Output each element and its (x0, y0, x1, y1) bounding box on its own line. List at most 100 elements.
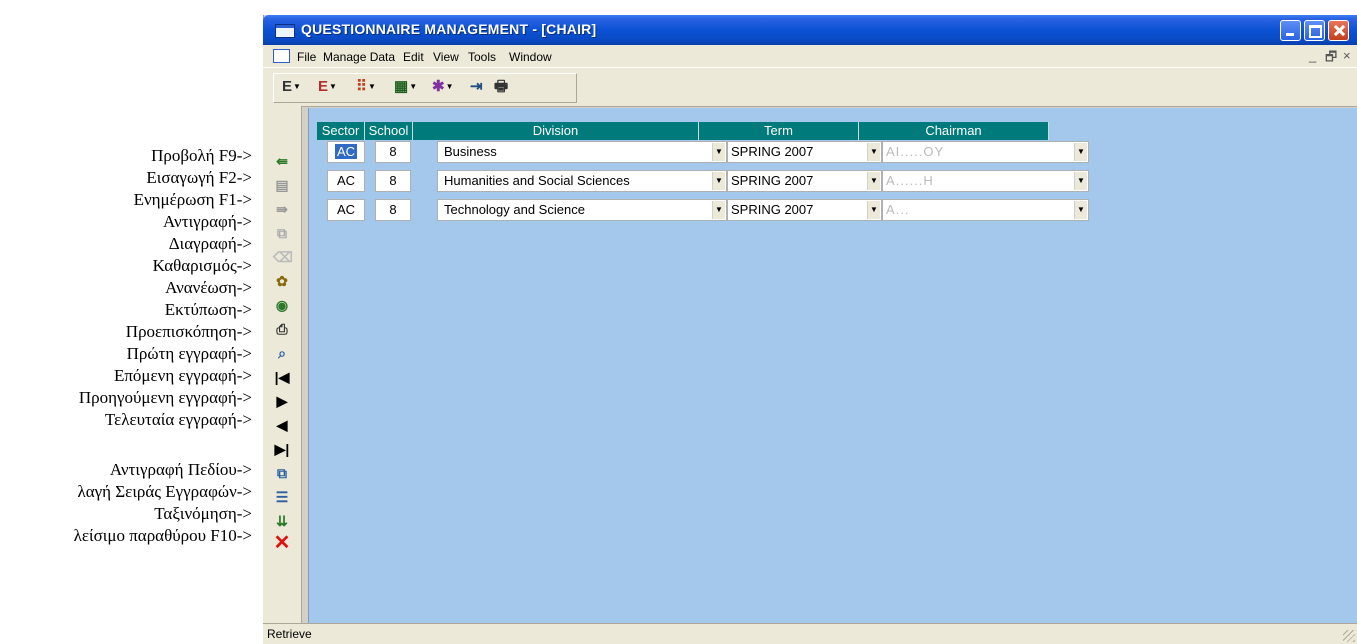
app-window: QUESTIONNAIRE MANAGEMENT - [CHAIR] File … (263, 15, 1357, 644)
delete-icon[interactable]: ⌫ (273, 248, 293, 266)
resize-grip[interactable] (1343, 630, 1355, 642)
maximize-button[interactable] (1304, 20, 1325, 41)
annotation-label: Αντιγραφή Πεδίου-> (109, 460, 252, 479)
insert-icon[interactable]: ▤ (273, 176, 291, 194)
menu-file[interactable]: File (297, 50, 316, 64)
header-term[interactable]: Term (699, 122, 859, 140)
print-tool-button[interactable]: 🖶 (494, 77, 508, 97)
table-tool-button[interactable]: ▦▼ (394, 77, 417, 97)
group-tool-button[interactable]: ⠿▼ (356, 77, 376, 97)
print-icon[interactable]: ⎙ (273, 320, 291, 338)
clear-icon[interactable]: ✿ (273, 272, 291, 290)
annotation-label: λείσιμο παραθύρου F10-> (73, 526, 252, 545)
app-icon (275, 24, 295, 38)
chevron-down-icon[interactable]: ▼ (1074, 201, 1087, 219)
wizard-tool-button[interactable]: ✱▼ (432, 77, 454, 97)
annotation-label: Πρώτη εγγραφή-> (126, 344, 252, 363)
chairman-dropdown[interactable]: A......H ▼ (882, 170, 1089, 192)
printer-icon: 🖶 (494, 78, 509, 95)
term-dropdown[interactable]: SPRING 2007 ▼ (727, 199, 882, 221)
school-field[interactable]: 8 (375, 141, 411, 163)
copy-field-icon[interactable]: ⧉ (273, 464, 291, 482)
menu-bar: File Manage Data Edit View Tools Window … (263, 45, 1357, 67)
chevron-down-icon[interactable]: ▼ (712, 172, 725, 190)
mdi-close-icon[interactable]: × (1343, 48, 1351, 63)
close-button[interactable] (1328, 20, 1349, 41)
annotation-label: Αντιγραφή-> (163, 212, 252, 231)
toolbar: E▼ E▼ ⠿▼ ▦▼ ✱▼ ⇥ 🖶 (263, 67, 1357, 107)
chevron-down-icon[interactable]: ▼ (867, 172, 880, 190)
chairman-dropdown[interactable]: A... ▼ (882, 199, 1089, 221)
annotation-label: Προβολή F9-> (151, 146, 252, 165)
chevron-down-icon[interactable]: ▼ (712, 143, 725, 161)
document-icon[interactable] (273, 49, 290, 63)
sector-field[interactable]: AC (327, 199, 365, 221)
chevron-down-icon[interactable]: ▼ (712, 201, 725, 219)
chevron-down-icon[interactable]: ▼ (867, 143, 880, 161)
exit-tool-button[interactable]: ⇥ (470, 77, 483, 97)
header-school[interactable]: School (365, 122, 413, 140)
first-record-icon[interactable]: |◀ (273, 368, 291, 386)
chevron-down-icon[interactable]: ▼ (867, 201, 880, 219)
annotation-label: Διαγραφή-> (168, 234, 252, 253)
minimize-button[interactable] (1280, 20, 1301, 41)
exit-icon: ⇥ (470, 78, 483, 95)
annotation-list: Προβολή F9-> Εισαγωγή F2-> Ενημέρωση F1-… (0, 0, 252, 644)
sector-field[interactable]: AC (327, 141, 365, 163)
division-dropdown[interactable]: Technology and Science ▼ (437, 199, 727, 221)
header-sector[interactable]: Sector (317, 122, 365, 140)
next-record-icon[interactable]: ▶ (273, 392, 291, 410)
table-icon: ▦ (394, 78, 409, 95)
annotation-label: Προεπισκόπηση-> (125, 322, 252, 341)
annotation-label: Ενημέρωση F1-> (133, 190, 252, 209)
update-icon[interactable]: ⇛ (273, 200, 291, 218)
copy-icon[interactable]: ⧉ (273, 224, 291, 242)
chevron-down-icon[interactable]: ▼ (1074, 143, 1087, 161)
annotation-label: Εισαγωγή F2-> (146, 168, 252, 187)
chevron-down-icon[interactable]: ▼ (1074, 172, 1087, 190)
annotation-label: Τελευταία εγγραφή-> (104, 410, 252, 429)
expression-remove-icon: E (318, 78, 329, 95)
expression-tool-button[interactable]: E▼ (282, 77, 301, 97)
annotation-label: Εκτύπωση-> (164, 300, 252, 319)
vertical-toolbar: ⇚ ▤ ⇛ ⧉ ⌫ ✿ ◉ ⎙ ⌕ |◀ ▶ ◀ ▶| ⧉ ☰ ⇊ ✕ (263, 106, 302, 624)
mdi-minimize-icon[interactable]: _ (1309, 48, 1316, 63)
annotation-label: λαγή Σειράς Εγγραφών-> (77, 482, 252, 501)
annotation-label: Ταξινόμηση-> (154, 504, 252, 523)
wizard-icon: ✱ (432, 78, 445, 95)
annotation-label: Καθαρισμός-> (152, 256, 252, 275)
toolbar-group: E▼ E▼ ⠿▼ ▦▼ ✱▼ ⇥ 🖶 (273, 73, 577, 103)
menu-edit[interactable]: Edit (403, 50, 424, 64)
division-dropdown[interactable]: Humanities and Social Sciences ▼ (437, 170, 727, 192)
last-record-icon[interactable]: ▶| (273, 440, 291, 458)
expression-remove-button[interactable]: E▼ (318, 77, 337, 97)
school-field[interactable]: 8 (375, 199, 411, 221)
annotation-label: Ανανέωση-> (165, 278, 252, 297)
title-bar[interactable]: QUESTIONNAIRE MANAGEMENT - [CHAIR] (263, 15, 1357, 45)
annotation-label: Επόμενη εγγραφή-> (113, 366, 252, 385)
term-dropdown[interactable]: SPRING 2007 ▼ (727, 170, 882, 192)
school-field[interactable]: 8 (375, 170, 411, 192)
refresh-icon[interactable]: ◉ (273, 296, 291, 314)
sector-field[interactable]: AC (327, 170, 365, 192)
annotation-label: Προηγούμενη εγγραφή-> (78, 388, 252, 407)
sort-icon[interactable]: ⇊ (273, 512, 291, 530)
menu-view[interactable]: View (433, 50, 459, 64)
group-icon: ⠿ (356, 78, 367, 95)
menu-window[interactable]: Window (509, 50, 552, 64)
chairman-dropdown[interactable]: AI.....OY ▼ (882, 141, 1089, 163)
close-window-icon[interactable]: ✕ (273, 533, 291, 553)
data-window: Sector School Division Term Chairman AC … (308, 108, 1357, 624)
change-order-icon[interactable]: ☰ (273, 488, 291, 506)
status-bar: Retrieve (263, 623, 1357, 644)
expression-icon: E (282, 78, 293, 95)
previous-record-icon[interactable]: ◀ (273, 416, 291, 434)
term-dropdown[interactable]: SPRING 2007 ▼ (727, 141, 882, 163)
division-dropdown[interactable]: Business ▼ (437, 141, 727, 163)
preview-icon[interactable]: ⌕ (273, 344, 291, 362)
header-chairman[interactable]: Chairman (859, 122, 1049, 140)
menu-manage-data[interactable]: Manage Data (323, 50, 395, 64)
header-division[interactable]: Division (413, 122, 699, 140)
menu-tools[interactable]: Tools (468, 50, 496, 64)
retrieve-icon[interactable]: ⇚ (273, 152, 291, 170)
